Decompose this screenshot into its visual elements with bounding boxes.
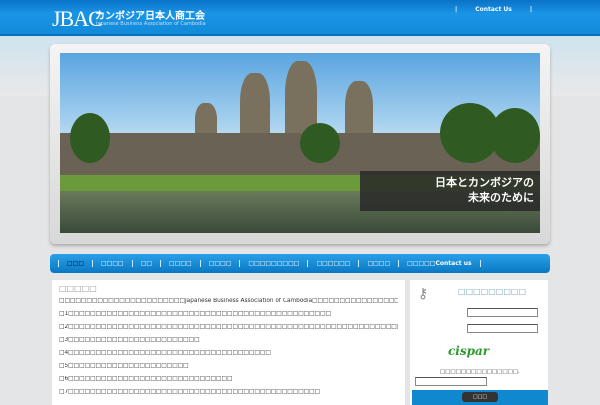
nav-item[interactable]: □□□□ <box>92 260 132 267</box>
captcha-input[interactable] <box>415 377 487 386</box>
login-panel: ⚷ □□□□□□□□□ cispar □□□□□□□□□□□□□□□. □□□ <box>410 280 548 405</box>
paragraph: □5□□□□□□□□□□□□□□□□□□□□□□ <box>59 363 189 369</box>
header: JBAC カンボジア日本人商工会 Japanese Business Assoc… <box>0 0 600 36</box>
tree <box>300 123 340 163</box>
nav-item[interactable]: □□□□□□□□□ <box>239 260 307 267</box>
nav-divider <box>479 260 481 267</box>
tree <box>70 113 110 163</box>
captcha-label: □□□□□□□□□□□□□□□. <box>440 369 520 375</box>
key-icon: ⚷ <box>418 286 429 302</box>
temple-tower <box>345 81 373 141</box>
nav-item[interactable]: □□□□ <box>160 260 200 267</box>
password-input[interactable] <box>467 324 538 333</box>
page-title: □□□□□ <box>59 284 97 293</box>
paragraph: □7□□□□□□□□□□□□□□□□□□□□□□□□□□□□□□□□□□□□□□… <box>59 389 321 395</box>
paragraph: □2□□□□□□□□□□□□□□□□□□□□□□□□□□□□□□□□□□□□□□… <box>59 324 398 330</box>
main-nav: □□□ □□□□ □□ □□□□ □□□□ □□□□□□□□□ □□□□□□ □… <box>50 254 550 273</box>
nav-item[interactable]: □□ <box>131 260 160 267</box>
login-title: □□□□□□□□□ <box>458 287 527 296</box>
paragraph: □□□□□□□□□□□□□□□□□□□□□□□Japanese Business… <box>59 298 398 304</box>
nav-item[interactable]: □□□□□□ <box>307 260 358 267</box>
nav-item[interactable]: □□□□ <box>358 260 398 267</box>
caption-line: 日本とカンボジアの <box>435 176 534 189</box>
paragraph: □6□□□□□□□□□□□□□□□□□□□□□□□□□□□□□□ <box>59 376 233 382</box>
caption-line: 未来のために <box>468 191 534 204</box>
nav-item[interactable]: □□□□ <box>199 260 240 267</box>
tree <box>490 108 540 163</box>
main-content: □□□□□ □□□□□□□□□□□□□□□□□□□□□□□Japanese Bu… <box>52 280 405 405</box>
paragraph: □1□□□□□□□□□□□□□□□□□□□□□□□□□□□□□□□□□□□□□□… <box>59 311 332 317</box>
captcha-image: cispar <box>448 344 490 358</box>
contact-link-wrap: | Contact Us | <box>455 6 533 13</box>
contact-us-link[interactable]: Contact Us <box>475 6 512 13</box>
logo-jp: カンボジア日本人商工会 <box>95 11 205 22</box>
banner-image: 日本とカンボジアの未来のために <box>60 53 540 233</box>
logo-en: Japanese Business Association of Cambodi… <box>96 21 206 27</box>
nav-contact[interactable]: □□□□□Contact us <box>398 260 479 267</box>
banner-caption: 日本とカンボジアの未来のために <box>360 171 540 211</box>
paragraph: □4□□□□□□□□□□□□□□□□□□□□□□□□□□□□□□□□□□□□□ <box>59 350 271 356</box>
login-button[interactable]: □□□ <box>462 392 498 402</box>
nav-home[interactable]: □□□ <box>58 260 92 267</box>
username-input[interactable] <box>467 308 538 317</box>
paragraph: □3□□□□□□□□□□□□□□□□□□□□□□□□ <box>59 337 200 343</box>
